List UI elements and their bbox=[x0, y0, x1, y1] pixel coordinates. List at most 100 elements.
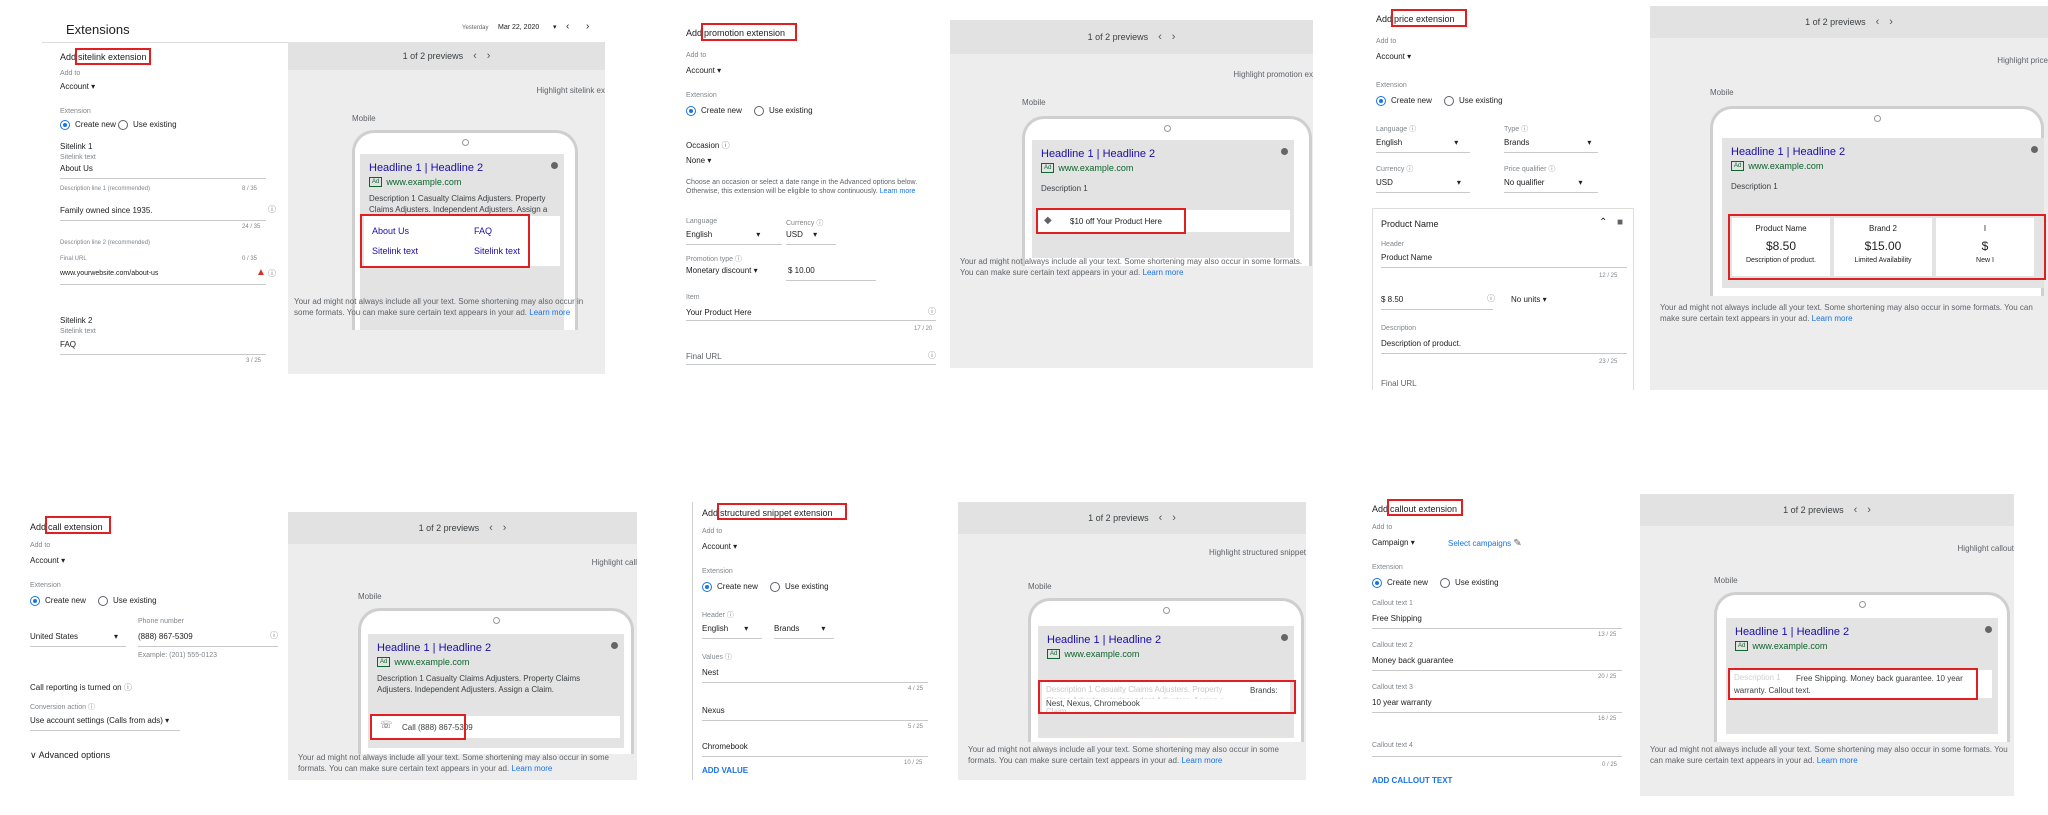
add-to-select[interactable]: Account ▾ bbox=[60, 82, 95, 91]
prev-preview-icon[interactable]: ‹ bbox=[1876, 16, 1880, 28]
next-preview-icon[interactable]: › bbox=[1172, 31, 1176, 43]
info-icon[interactable] bbox=[551, 162, 558, 169]
sitelink2-text-input[interactable]: FAQ bbox=[60, 340, 76, 349]
country-select[interactable]: United States ▾ bbox=[30, 632, 118, 641]
promotion-ext-text[interactable]: $10 off Your Product Here bbox=[1070, 217, 1162, 226]
next-preview-icon[interactable]: › bbox=[487, 50, 491, 62]
conversion-select[interactable]: Use account settings (Calls from ads) ▾ bbox=[30, 716, 169, 725]
next-preview-icon[interactable]: › bbox=[1172, 512, 1176, 524]
call-ext-text[interactable]: Call (888) 867-5309 bbox=[402, 723, 473, 732]
amount-input[interactable]: $ 10.00 bbox=[788, 266, 815, 275]
select-campaigns-link[interactable]: Select campaigns ✎ bbox=[1448, 538, 1522, 549]
learn-more-link[interactable]: Learn more bbox=[529, 308, 570, 317]
price-card[interactable]: Product Name $8.50 Description of produc… bbox=[1732, 218, 1830, 276]
units-select[interactable]: No units ▾ bbox=[1511, 295, 1547, 304]
date-picker[interactable]: Mar 22, 2020 bbox=[498, 24, 539, 31]
price-card[interactable]: Brand 2 $15.00 Limited Availability bbox=[1834, 218, 1932, 276]
prev-preview-icon[interactable]: ‹ bbox=[1158, 31, 1162, 43]
date-next-icon[interactable]: › bbox=[586, 21, 589, 32]
callout-input-1[interactable]: Free Shipping bbox=[1372, 614, 1422, 623]
callout-input-2[interactable]: Money back guarantee bbox=[1372, 656, 1453, 665]
add-to-select[interactable]: Account ▾ bbox=[1376, 52, 1411, 61]
currency-select[interactable]: USD ▾ bbox=[786, 230, 817, 239]
ad-headline[interactable]: Headline 1 | Headline 2 bbox=[1041, 148, 1285, 160]
advanced-options-toggle[interactable]: ∨ Advanced options bbox=[30, 750, 110, 761]
learn-more-link[interactable]: Learn more bbox=[1812, 314, 1853, 323]
learn-more-link[interactable]: Learn more bbox=[1181, 756, 1222, 765]
create-new-radio[interactable]: Create new bbox=[60, 120, 116, 130]
ad-url-text: www.example.com bbox=[1748, 161, 1824, 171]
sitelink1-text-input[interactable]: About Us bbox=[60, 164, 93, 173]
info-icon[interactable] bbox=[1281, 634, 1288, 641]
create-new-radio[interactable]: Create new bbox=[1372, 578, 1428, 588]
ad-headline[interactable]: Headline 1 | Headline 2 bbox=[1731, 146, 2035, 158]
sitelink-about-us[interactable]: About Us bbox=[372, 226, 409, 236]
currency-select[interactable]: USD ▾ bbox=[1376, 178, 1461, 187]
next-preview-icon[interactable]: › bbox=[503, 522, 507, 534]
price-input[interactable]: $ 8.50 bbox=[1381, 295, 1403, 304]
occasion-select[interactable]: None ▾ bbox=[686, 156, 711, 165]
desc1-input[interactable]: Family owned since 1935. bbox=[60, 206, 153, 215]
final-url-input[interactable]: www.yourwebsite.com/about-us bbox=[60, 270, 158, 277]
prev-preview-icon[interactable]: ‹ bbox=[1854, 504, 1858, 516]
add-callout-button[interactable]: ADD CALLOUT TEXT bbox=[1372, 776, 1452, 785]
add-to-select[interactable]: Account ▾ bbox=[30, 556, 65, 565]
create-new-radio[interactable]: Create new bbox=[30, 596, 86, 606]
header-input[interactable]: Product Name bbox=[1381, 253, 1432, 262]
create-new-radio[interactable]: Create new bbox=[702, 582, 758, 592]
use-existing-radio[interactable]: Use existing bbox=[770, 582, 829, 592]
header-select[interactable]: Brands ▾ bbox=[774, 624, 825, 633]
language-select[interactable]: English ▾ bbox=[686, 230, 760, 239]
value-input-3[interactable]: Chromebook bbox=[702, 742, 748, 751]
next-preview-icon[interactable]: › bbox=[1889, 16, 1893, 28]
type-select[interactable]: Brands ▾ bbox=[1504, 138, 1591, 147]
add-to-select[interactable]: Account ▾ bbox=[702, 542, 737, 551]
ad-headline[interactable]: Headline 1 | Headline 2 bbox=[369, 162, 555, 174]
prev-preview-icon[interactable]: ‹ bbox=[473, 50, 477, 62]
add-to-select[interactable]: Campaign ▾ bbox=[1372, 538, 1415, 547]
prev-preview-icon[interactable]: ‹ bbox=[1159, 512, 1163, 524]
use-existing-radio[interactable]: Use existing bbox=[98, 596, 157, 606]
add-value-button[interactable]: ADD VALUE bbox=[702, 766, 748, 775]
use-existing-radio[interactable]: Use existing bbox=[1444, 96, 1503, 106]
info-icon[interactable] bbox=[1281, 148, 1288, 155]
item-input[interactable]: Your Product Here bbox=[686, 308, 752, 317]
price-qualifier-select[interactable]: No qualifier ▾ bbox=[1504, 178, 1582, 187]
snippet-values-text[interactable]: Nest, Nexus, Chromebook bbox=[1046, 699, 1290, 708]
delete-icon[interactable]: ■ bbox=[1617, 217, 1623, 228]
promotion-type-select[interactable]: Monetary discount ▾ bbox=[686, 266, 758, 275]
sitelink-text-4[interactable]: Sitelink text bbox=[474, 246, 520, 256]
sitelink-text-3[interactable]: Sitelink text bbox=[372, 246, 418, 256]
language-select[interactable]: English ▾ bbox=[702, 624, 748, 633]
callout-ext-text[interactable]: Free Shipping. Money back guarantee. 10 … bbox=[1734, 673, 1984, 697]
value-input-2[interactable]: Nexus bbox=[702, 706, 725, 715]
info-icon[interactable] bbox=[1985, 626, 1992, 633]
ad-headline[interactable]: Headline 1 | Headline 2 bbox=[377, 642, 615, 654]
date-dropdown-icon[interactable]: ▾ bbox=[553, 23, 557, 31]
value-input-1[interactable]: Nest bbox=[702, 668, 718, 677]
prev-preview-icon[interactable]: ‹ bbox=[489, 522, 493, 534]
next-preview-icon[interactable]: › bbox=[1867, 504, 1871, 516]
use-existing-radio[interactable]: Use existing bbox=[754, 106, 813, 116]
sitelink-faq[interactable]: FAQ bbox=[474, 226, 492, 236]
ad-headline[interactable]: Headline 1 | Headline 2 bbox=[1047, 634, 1285, 646]
learn-more-link[interactable]: Learn more bbox=[1143, 268, 1184, 277]
price-card[interactable]: I $ New I bbox=[1936, 218, 2034, 276]
use-existing-radio[interactable]: Use existing bbox=[1440, 578, 1499, 588]
date-prev-icon[interactable]: ‹ bbox=[566, 21, 569, 32]
use-existing-radio[interactable]: Use existing bbox=[118, 120, 177, 130]
description-input[interactable]: Description of product. bbox=[1381, 339, 1461, 348]
phone-number-input[interactable]: (888) 867-5309 bbox=[138, 632, 193, 641]
learn-more-link[interactable]: Learn more bbox=[880, 188, 916, 195]
add-to-select[interactable]: Account ▾ bbox=[686, 66, 721, 75]
callout-input-3[interactable]: 10 year warranty bbox=[1372, 698, 1432, 707]
create-new-radio[interactable]: Create new bbox=[1376, 96, 1432, 106]
language-select[interactable]: English ▾ bbox=[1376, 138, 1458, 147]
info-icon[interactable] bbox=[2031, 146, 2038, 153]
info-icon[interactable] bbox=[611, 642, 618, 649]
create-new-radio[interactable]: Create new bbox=[686, 106, 742, 116]
learn-more-link[interactable]: Learn more bbox=[1817, 756, 1858, 765]
ad-headline[interactable]: Headline 1 | Headline 2 bbox=[1735, 626, 1989, 638]
collapse-icon[interactable]: ⌃ bbox=[1599, 217, 1607, 228]
learn-more-link[interactable]: Learn more bbox=[511, 764, 552, 773]
